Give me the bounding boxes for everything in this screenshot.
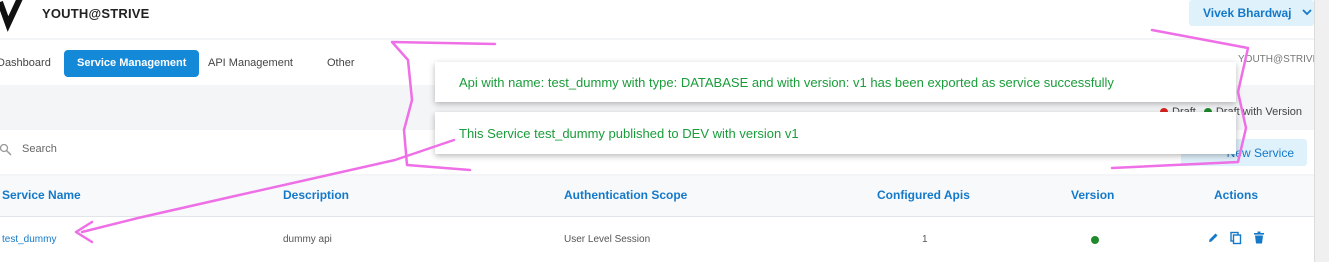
column-header-authentication-scope[interactable]: Authentication Scope <box>564 188 687 202</box>
service-auth-scope: User Level Session <box>564 234 651 245</box>
column-header-actions: Actions <box>1214 188 1259 202</box>
top-bar: YOUTH@STRIVE Vivek Bhardwaj <box>0 0 1314 38</box>
brand-name: YOUTH@STRIVE <box>42 6 150 21</box>
column-header-configured-apis[interactable]: Configured Apis <box>877 188 970 202</box>
nav-item-other[interactable]: Other <box>327 50 355 77</box>
logo-icon <box>0 0 23 32</box>
search-input[interactable] <box>20 142 324 156</box>
user-name: Vivek Bhardwaj <box>1203 6 1292 20</box>
service-description: dummy api <box>283 234 332 245</box>
toast-publish-success: This Service test_dummy published to DEV… <box>435 112 1236 154</box>
table-header: Service Name Description Authentication … <box>0 176 1314 216</box>
nav-item-dashboard[interactable]: Dashboard <box>0 50 51 77</box>
service-name-link[interactable]: test_dummy <box>2 234 56 245</box>
copy-icon[interactable] <box>1230 231 1242 245</box>
org-selector[interactable]: YOUTH@STRIVE <box>1238 54 1319 65</box>
delete-icon[interactable] <box>1253 231 1265 245</box>
nav-item-service-management[interactable]: Service Management <box>64 50 200 77</box>
edit-icon[interactable] <box>1207 231 1219 245</box>
column-header-service-name[interactable]: Service Name <box>2 188 81 202</box>
column-header-description[interactable]: Description <box>283 188 349 202</box>
toast-export-success: Api with name: test_dummy with type: DAT… <box>435 62 1236 102</box>
search-icon <box>0 144 12 156</box>
chevron-down-icon <box>1301 8 1312 19</box>
window-scrollbar[interactable] <box>1314 0 1329 262</box>
service-configured-apis: 1 <box>922 234 928 245</box>
column-header-version[interactable]: Version <box>1071 188 1114 202</box>
version-status-icon <box>1091 236 1099 244</box>
nav-item-api-management[interactable]: API Management <box>208 50 293 77</box>
table-row: test_dummy dummy api User Level Session … <box>0 217 1314 262</box>
user-menu-button[interactable]: Vivek Bhardwaj <box>1189 0 1314 26</box>
